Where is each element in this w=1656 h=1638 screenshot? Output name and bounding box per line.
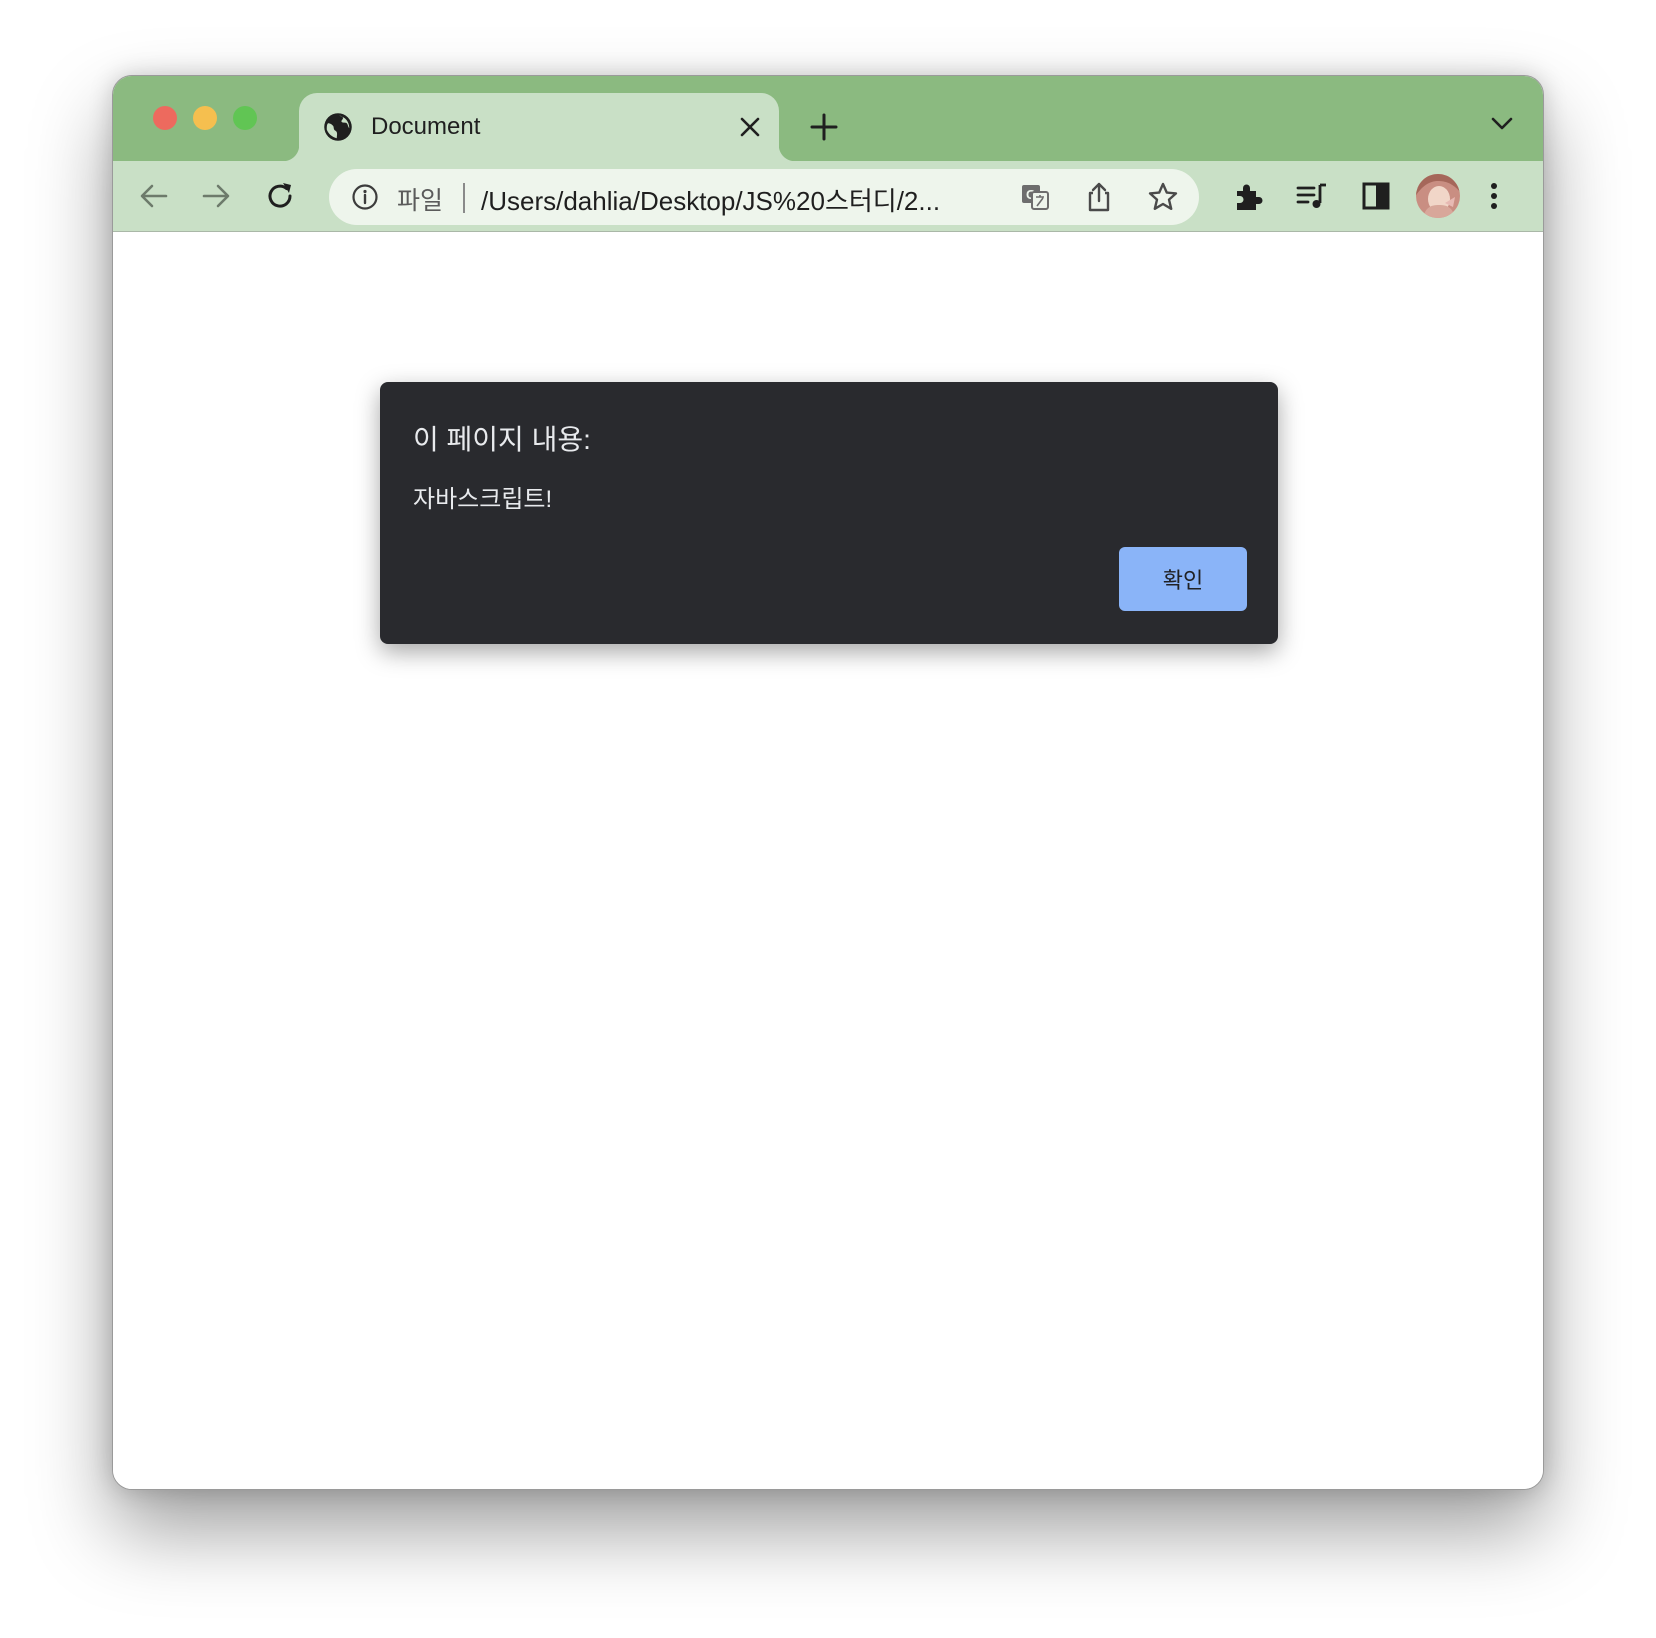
forward-arrow-icon[interactable] [199, 179, 233, 213]
omnibox-scheme-label: 파일 [397, 187, 444, 215]
bookmark-star-icon[interactable] [1147, 181, 1179, 213]
media-playlist-icon[interactable] [1295, 179, 1329, 213]
profile-avatar[interactable] [1415, 173, 1461, 219]
chevron-down-icon[interactable] [1491, 116, 1513, 132]
more-vertical-icon[interactable] [1477, 179, 1511, 213]
globe-icon [324, 113, 352, 141]
window-minimize-button[interactable] [193, 106, 217, 130]
browser-toolbar: 파일 /Users/dahlia/Desktop/JS%20스터디/2... G [113, 161, 1543, 232]
back-arrow-icon[interactable] [137, 179, 171, 213]
dialog-message: 자바스크립트! [413, 486, 553, 513]
window-close-button[interactable] [153, 106, 177, 130]
new-tab-plus-icon[interactable] [809, 112, 839, 142]
window-zoom-button[interactable] [233, 106, 257, 130]
extensions-puzzle-icon[interactable] [1231, 179, 1265, 213]
close-icon[interactable] [739, 116, 761, 138]
omnibox-url[interactable]: /Users/dahlia/Desktop/JS%20스터디/2... [481, 181, 940, 218]
info-icon[interactable] [351, 183, 379, 211]
tab-document[interactable]: Document [283, 93, 795, 161]
alert-dialog: 이 페이지 내용: 자바스크립트! 확인 [380, 382, 1278, 644]
omnibox-separator [463, 183, 465, 213]
share-icon[interactable] [1083, 181, 1115, 213]
dialog-title: 이 페이지 내용: [413, 424, 591, 455]
title-bar: Document [113, 76, 1543, 161]
translate-icon[interactable]: G [1019, 181, 1051, 213]
tab-title: Document [371, 113, 481, 140]
reload-icon[interactable] [263, 179, 297, 213]
ok-button[interactable]: 확인 [1119, 547, 1247, 611]
browser-window: Document 파일 /Users/dahlia/Desktop/JS%20스… [112, 75, 1544, 1490]
page-content: 이 페이지 내용: 자바스크립트! 확인 [113, 232, 1543, 1489]
address-bar[interactable]: 파일 /Users/dahlia/Desktop/JS%20스터디/2... G [329, 169, 1199, 225]
side-panel-icon[interactable] [1359, 179, 1393, 213]
